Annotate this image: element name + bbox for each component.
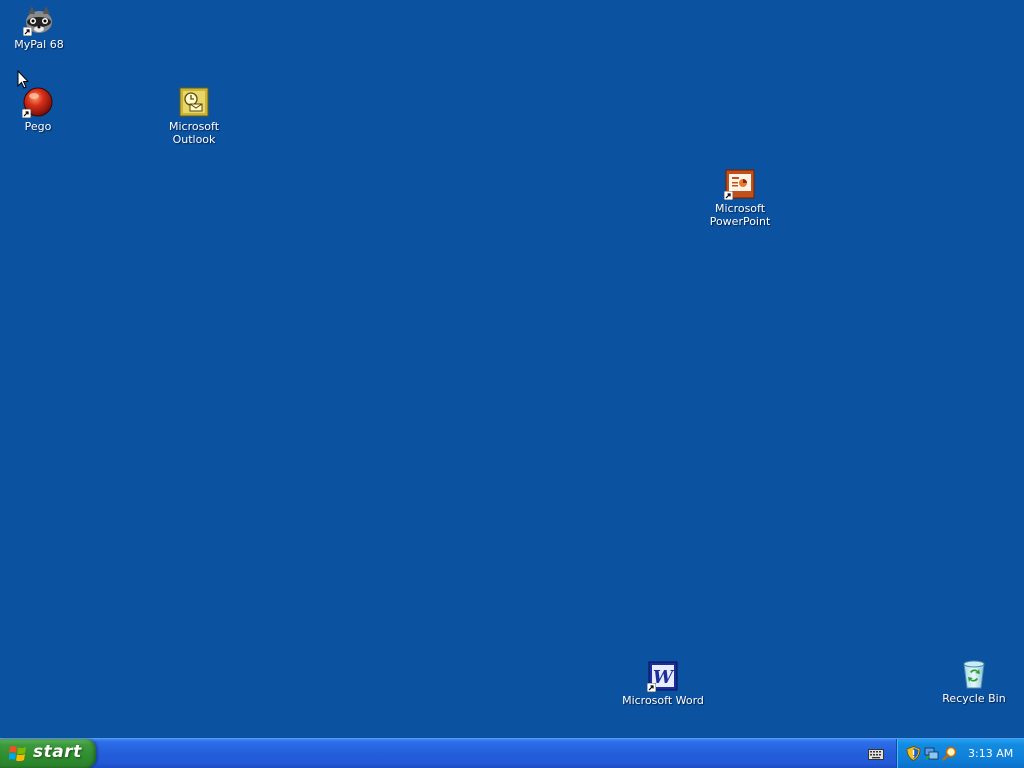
desktop-icon-pego[interactable]: Pego <box>0 86 76 133</box>
mouse-cursor-icon <box>17 70 29 89</box>
shortcut-arrow-icon <box>22 109 31 118</box>
network-icon[interactable] <box>924 746 939 761</box>
shortcut-arrow-icon <box>23 27 32 36</box>
shortcut-arrow-icon <box>647 683 656 692</box>
search-icon[interactable] <box>942 746 957 761</box>
desktop-icon-label: Microsoft Outlook <box>168 120 220 146</box>
desktop-icon-powerpoint[interactable]: Microsoft PowerPoint <box>702 168 778 228</box>
start-button[interactable]: start <box>0 739 96 768</box>
windows-logo-icon <box>9 746 26 762</box>
desktop-icon-label: Microsoft PowerPoint <box>709 202 771 228</box>
security-shield-icon[interactable] <box>906 746 921 761</box>
taskbar: start 3:13 AM <box>0 738 1024 768</box>
svg-text:W: W <box>653 667 675 688</box>
desktop-icon-label: Microsoft Word <box>622 694 704 707</box>
desktop-icon-word[interactable]: W Microsoft Word <box>620 660 706 707</box>
red-orb-icon <box>22 86 54 118</box>
word-icon: W <box>647 660 679 692</box>
desktop-icon-outlook[interactable]: Microsoft Outlook <box>156 86 232 146</box>
outlook-icon <box>178 86 210 118</box>
desktop[interactable]: MyPal 68 Pego Microsoft Outlook Microsof… <box>0 0 1024 738</box>
start-label: start <box>33 742 82 762</box>
shortcut-arrow-icon <box>724 191 733 200</box>
keyboard-icon[interactable] <box>868 748 884 760</box>
desktop-icon-recycle-bin[interactable]: Recycle Bin <box>936 658 1012 705</box>
recycle-bin-icon <box>958 658 990 690</box>
desktop-icon-label: MyPal 68 <box>14 38 64 51</box>
taskbar-clock[interactable]: 3:13 AM <box>968 739 1013 768</box>
desktop-icon-label: Pego <box>24 120 52 133</box>
desktop-icon-mypal[interactable]: MyPal 68 <box>1 4 77 51</box>
desktop-icon-label: Recycle Bin <box>942 692 1006 705</box>
powerpoint-icon <box>724 168 756 200</box>
raccoon-icon <box>23 4 55 36</box>
